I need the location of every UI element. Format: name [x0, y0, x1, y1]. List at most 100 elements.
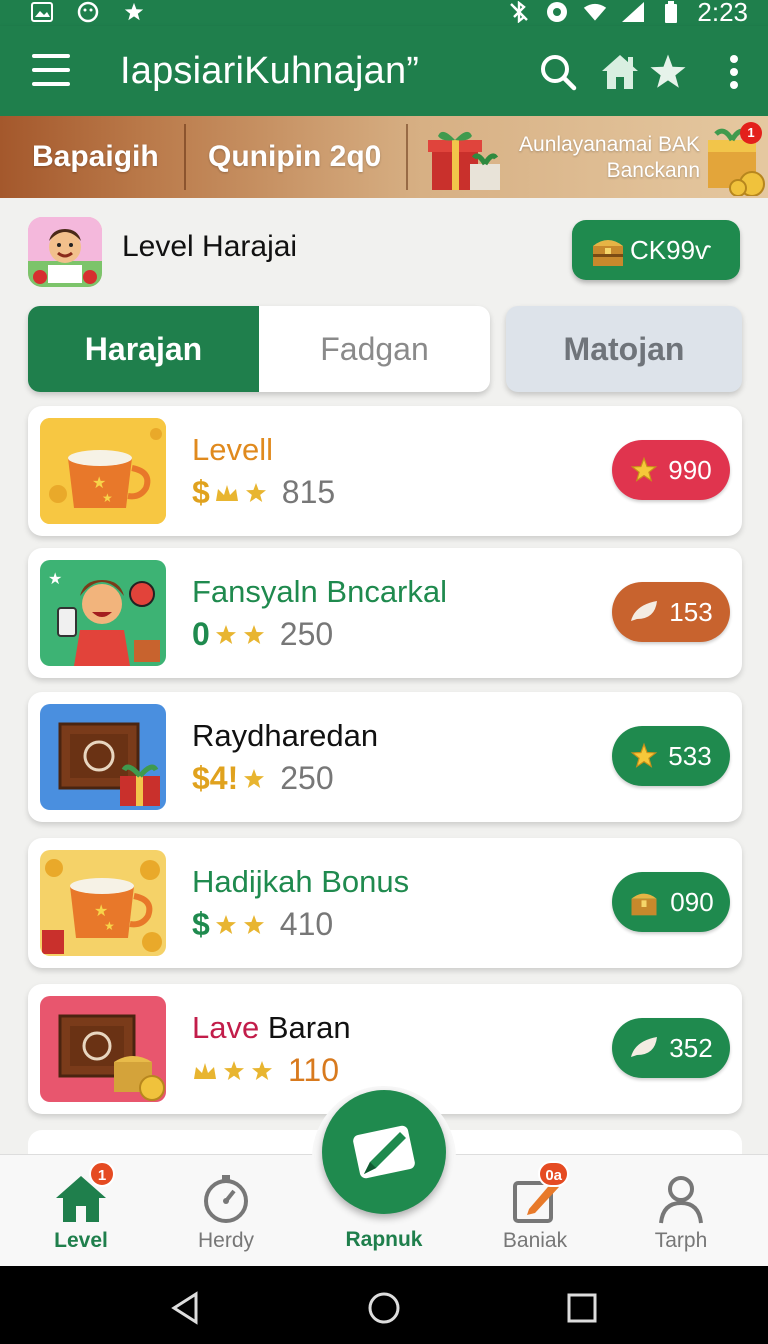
- pencil-icon: [353, 1125, 415, 1179]
- svg-text:★: ★: [94, 901, 108, 920]
- item-reward-button[interactable]: 153: [612, 582, 730, 642]
- item-meta: 0 250: [192, 616, 333, 653]
- tab-matojan[interactable]: Matojan: [506, 306, 742, 392]
- tab-bar: Harajan Fadgan: [28, 306, 490, 392]
- signal-icon: [621, 1, 645, 23]
- tab-fadgan[interactable]: Fadgan: [259, 306, 490, 392]
- item-reward-button[interactable]: 352: [612, 1018, 730, 1078]
- item-thumbnail: ★ ★: [40, 850, 166, 956]
- item-thumbnail: [40, 996, 166, 1102]
- banner-divider: [406, 124, 408, 190]
- treasure-chest-icon: [631, 893, 657, 916]
- star-icon: [631, 456, 658, 482]
- item-currency: $: [192, 906, 210, 942]
- promo-banner: Bapaigih Qunipin 2q0 Aunlayanamai BAK Ba…: [0, 116, 768, 198]
- crown-icon: [215, 484, 238, 501]
- item-value: 250: [280, 760, 334, 796]
- favorites-button[interactable]: [644, 48, 692, 96]
- svg-text:★: ★: [102, 491, 113, 505]
- item-reward: 990: [668, 454, 712, 485]
- item-meta: 110: [192, 1052, 339, 1089]
- data-saver-icon: [545, 1, 569, 23]
- item-reward: 533: [668, 740, 712, 771]
- item-title: Lave Baran: [192, 1010, 351, 1046]
- battery-icon: [659, 1, 683, 23]
- banner-promo-line1: Aunlayanamai BAK: [519, 133, 700, 156]
- item-meta: $4! 250: [192, 760, 334, 797]
- menu-button[interactable]: [30, 52, 72, 88]
- search-button[interactable]: [534, 48, 582, 96]
- item-thumbnail: [40, 704, 166, 810]
- coin-balance-button[interactable]: CK99ѵ: [572, 220, 740, 280]
- nav-baniak-badge: 0а: [538, 1161, 569, 1187]
- home-icon: [602, 55, 638, 89]
- person-icon: [659, 1176, 703, 1224]
- rapnuk-fab-button[interactable]: [322, 1090, 446, 1214]
- app-title: IapsiariKuhnajan”: [120, 50, 420, 92]
- item-title: Levell: [192, 432, 273, 467]
- item-currency: $4!: [192, 760, 239, 796]
- nav-level[interactable]: 1 Level: [6, 1155, 156, 1267]
- crown-icon: [194, 1062, 216, 1079]
- tab-harajan[interactable]: Harajan: [28, 306, 259, 392]
- star-icon: [631, 742, 658, 768]
- recents-icon: [567, 1293, 597, 1323]
- banner-promo[interactable]: Aunlayanamai BAK Banckann: [512, 132, 700, 184]
- item-title: Fansyaln Bncarkal: [192, 574, 448, 609]
- item-title-part2: Baran: [259, 1010, 351, 1045]
- item-currency: 0: [192, 616, 210, 652]
- nav-herdy-label: Herdy: [197, 1229, 255, 1252]
- star-icon: [243, 624, 264, 644]
- status-bar: 2:23: [0, 0, 768, 26]
- wifi-icon: [583, 1, 607, 23]
- item-reward-button[interactable]: 090: [612, 872, 730, 932]
- nav-baniak[interactable]: 0а Baniak: [460, 1155, 610, 1267]
- list-item[interactable]: Raydharedan $4! 250 533: [28, 692, 742, 822]
- item-title: Hadijkah Bonus: [192, 864, 410, 899]
- star-icon: [215, 914, 236, 934]
- game-notification-icon: [76, 1, 100, 23]
- nav-herdy[interactable]: Herdy: [151, 1155, 301, 1267]
- svg-text:★: ★: [48, 569, 62, 588]
- home-circle-icon: [368, 1292, 400, 1324]
- level-title: Level Harajai: [122, 230, 298, 263]
- banner-item-2[interactable]: Qunipin 2q0: [208, 116, 381, 198]
- item-value: 110: [288, 1052, 340, 1088]
- banner-divider: [184, 124, 186, 190]
- compass-icon: [204, 1175, 248, 1223]
- star-icon: [245, 482, 266, 502]
- nav-tarph[interactable]: Tarph: [606, 1155, 756, 1267]
- star-icon: [244, 768, 265, 788]
- nav-level-label: Level: [54, 1229, 108, 1252]
- overflow-menu-button[interactable]: [722, 48, 746, 96]
- item-reward-button[interactable]: 990: [612, 440, 730, 500]
- recents-button[interactable]: [564, 1290, 600, 1326]
- gallery-notification-icon: [30, 1, 54, 23]
- avatar[interactable]: [28, 217, 102, 287]
- coin-balance: CK99ѵ: [630, 234, 712, 265]
- nav-rapnuk-label: Rapnuk: [345, 1228, 423, 1251]
- search-icon: [541, 55, 577, 91]
- list-item[interactable]: ★ ★ Hadijkah Bonus $ 410 090: [28, 838, 742, 968]
- item-reward: 352: [669, 1032, 713, 1063]
- banner-item-1[interactable]: Bapaigih: [32, 116, 159, 198]
- profile-row: Level Harajai CK99ѵ: [28, 216, 744, 290]
- item-value: 250: [279, 616, 334, 652]
- star-icon: [252, 1060, 272, 1080]
- item-reward: 153: [669, 596, 713, 627]
- item-reward-button[interactable]: 533: [612, 726, 730, 786]
- list-item[interactable]: ★ ★ Levell $ 815 990: [28, 406, 742, 536]
- star-icon: [224, 1060, 244, 1080]
- home-system-button[interactable]: [366, 1290, 402, 1326]
- treasure-chest-icon: [593, 240, 623, 266]
- item-thumbnail: ★ ★: [40, 418, 166, 524]
- leaf-icon: [631, 1037, 658, 1057]
- banner-notification-badge: 1: [740, 122, 762, 144]
- list-item[interactable]: ★ Fansyaln Bncarkal 0 250 153: [28, 548, 742, 678]
- back-button[interactable]: [168, 1290, 204, 1326]
- item-title: Raydharedan: [192, 718, 379, 753]
- svg-text:★: ★: [104, 919, 115, 933]
- status-time: 2:23: [697, 0, 748, 27]
- home-button[interactable]: [596, 48, 644, 96]
- nav-tarph-label: Tarph: [654, 1229, 708, 1252]
